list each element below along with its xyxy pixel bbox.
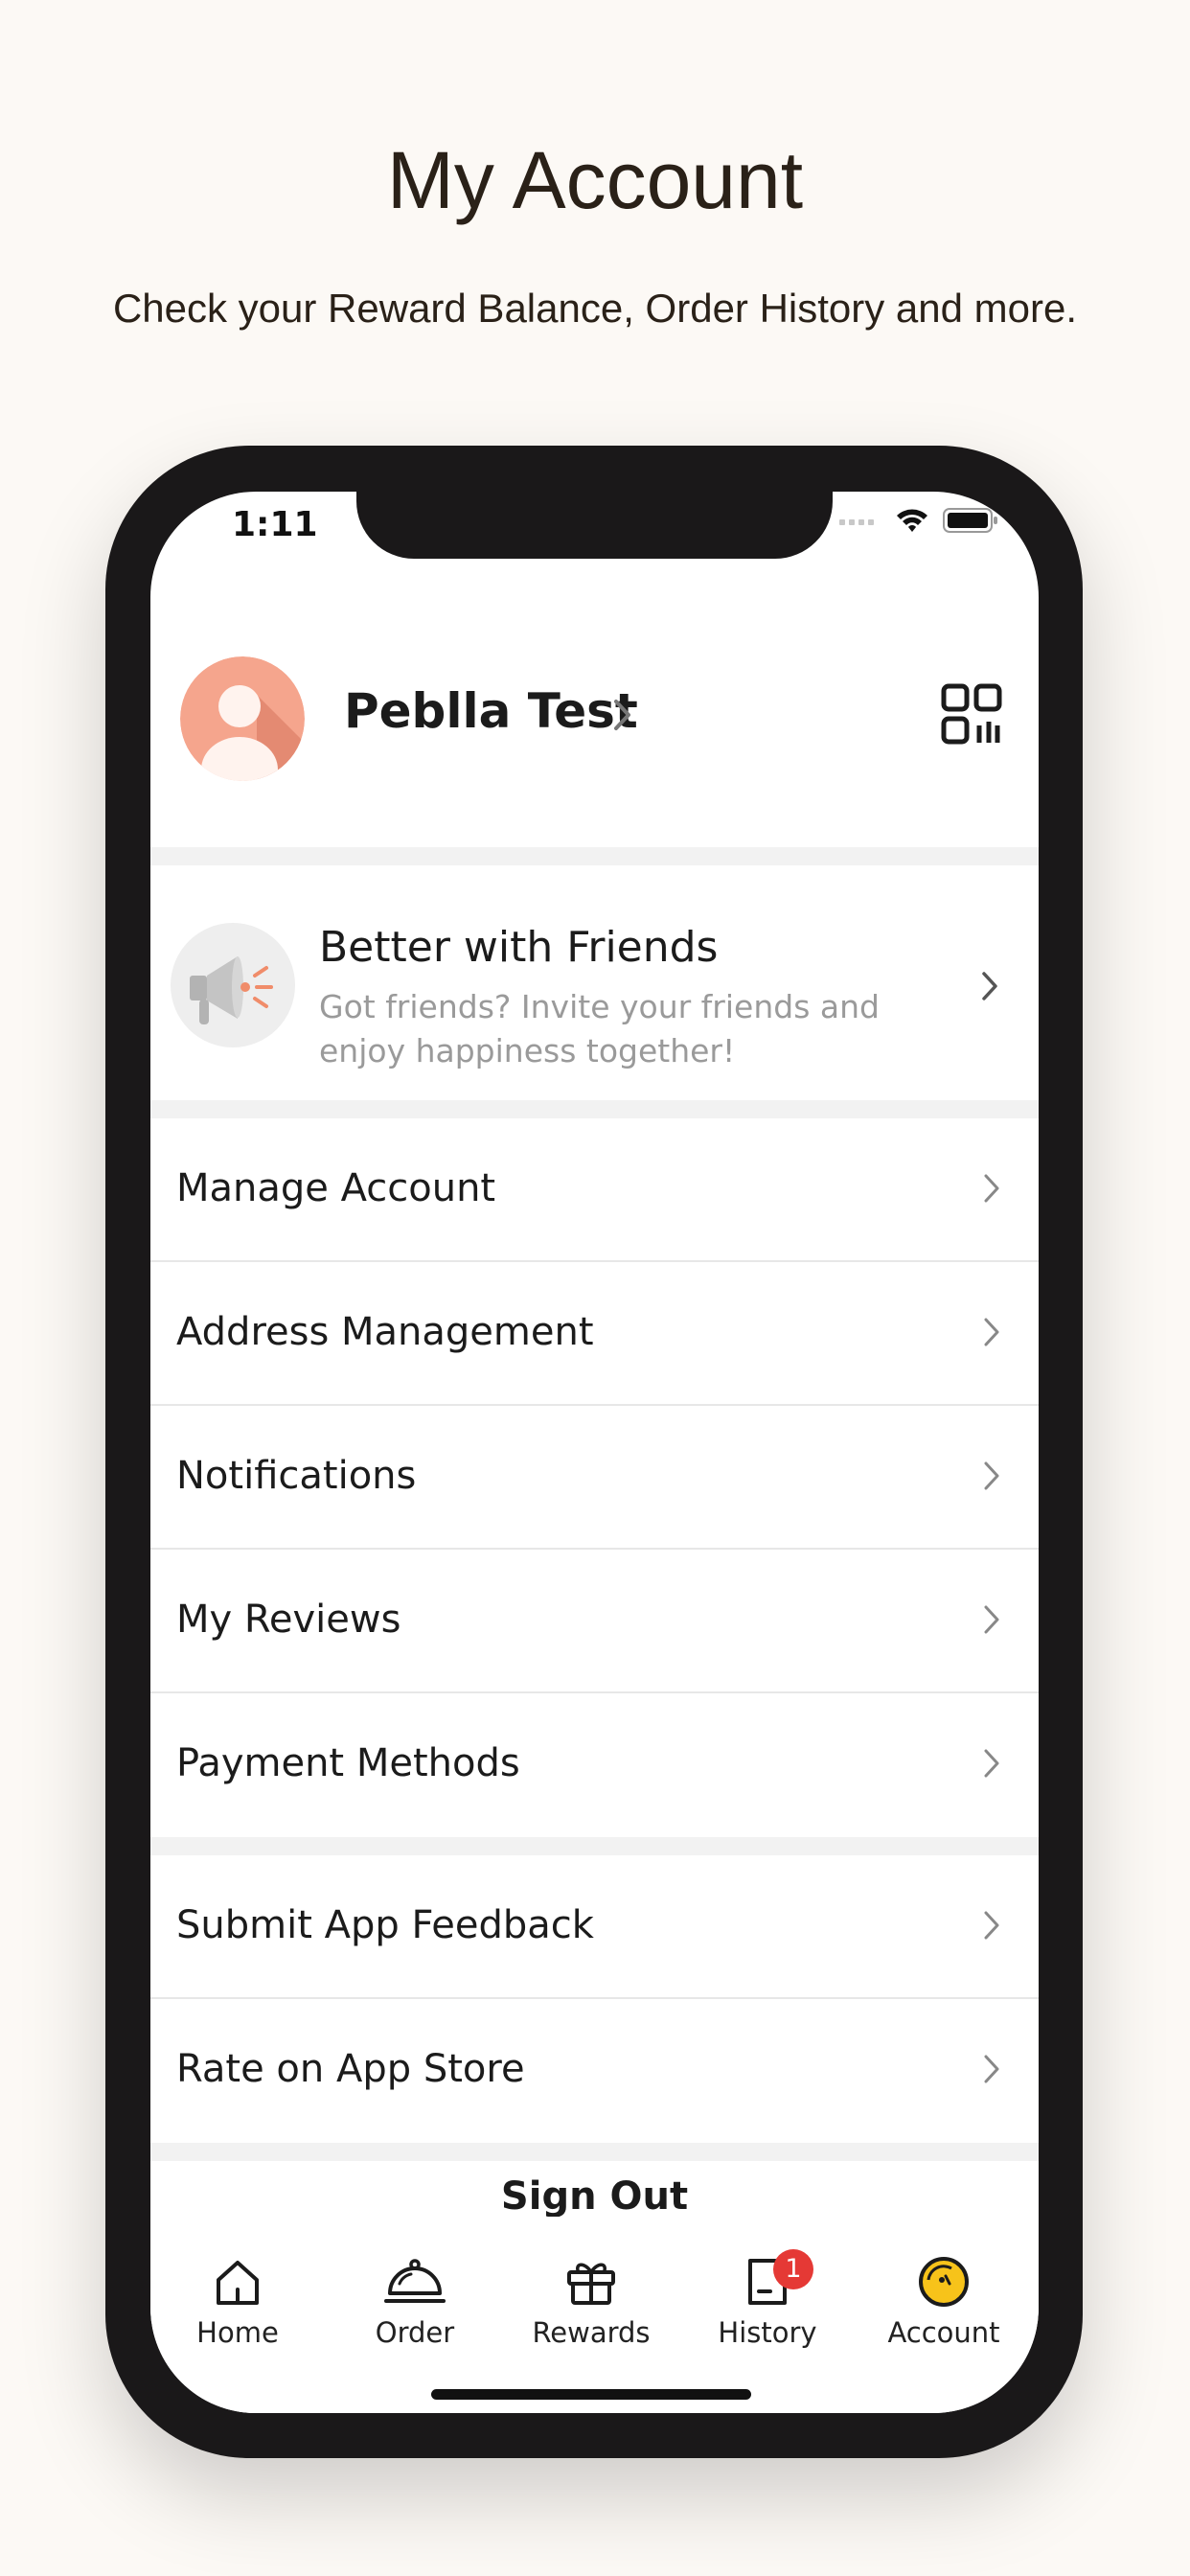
qr-code-icon[interactable] xyxy=(941,683,1002,745)
notch xyxy=(356,492,833,559)
chevron-right-icon[interactable] xyxy=(613,699,632,731)
menu-item-rate-app[interactable]: Rate on App Store xyxy=(150,1999,1039,2143)
sign-out-button[interactable]: Sign Out xyxy=(150,2159,1039,2217)
wifi-icon xyxy=(897,509,927,532)
tab-history[interactable]: 1 History xyxy=(691,2249,844,2349)
menu-item-notifications[interactable]: Notifications xyxy=(150,1406,1039,1550)
gift-icon xyxy=(567,2263,615,2305)
menu-item-label: Payment Methods xyxy=(176,1741,520,1785)
chevron-right-icon[interactable] xyxy=(981,971,998,1001)
tab-order[interactable]: Order xyxy=(338,2255,492,2349)
menu-item-address-management[interactable]: Address Management xyxy=(150,1262,1039,1406)
signal-icon xyxy=(839,519,874,525)
menu-item-payment-methods[interactable]: Payment Methods xyxy=(150,1693,1039,1837)
tab-rewards[interactable]: Rewards xyxy=(515,2255,668,2349)
profile-name[interactable]: Peblla Test xyxy=(344,683,638,739)
menu-item-submit-feedback[interactable]: Submit App Feedback xyxy=(150,1855,1039,1999)
sign-out-label: Sign Out xyxy=(500,2174,689,2217)
menu-item-label: Address Management xyxy=(176,1310,594,1354)
notification-badge: 1 xyxy=(773,2249,813,2289)
tab-label: Rewards xyxy=(532,2316,651,2349)
invite-title: Better with Friends xyxy=(319,923,719,972)
status-time: 1:11 xyxy=(232,505,318,544)
status-icons xyxy=(839,507,998,534)
menu-item-label: Rate on App Store xyxy=(176,2047,525,2091)
menu-item-manage-account[interactable]: Manage Account xyxy=(150,1118,1039,1262)
menu-item-my-reviews[interactable]: My Reviews xyxy=(150,1550,1039,1693)
chevron-right-icon xyxy=(984,1461,999,1490)
menu-item-label: Notifications xyxy=(176,1454,417,1498)
menu-item-label: My Reviews xyxy=(176,1598,401,1642)
invite-friends-row[interactable]: Better with Friends Got friends? Invite … xyxy=(150,865,1039,1100)
chevron-right-icon xyxy=(984,1174,999,1203)
menu-item-label: Manage Account xyxy=(176,1166,496,1210)
cloche-icon xyxy=(384,2259,446,2303)
battery-icon xyxy=(943,508,997,533)
home-icon xyxy=(217,2261,259,2305)
chevron-right-icon xyxy=(984,1749,999,1778)
megaphone-icon xyxy=(171,923,295,1047)
chevron-right-icon xyxy=(984,1911,999,1940)
promo-title: My Account xyxy=(386,135,804,225)
phone-screen: 1:11 Peblla Test Better with Friends Got… xyxy=(150,492,1039,2413)
chevron-right-icon xyxy=(984,2055,999,2083)
home-indicator xyxy=(431,2389,751,2400)
tab-label: Home xyxy=(196,2316,279,2349)
tab-label: Order xyxy=(375,2316,455,2349)
avatar[interactable] xyxy=(180,656,305,781)
promo-subtitle: Check your Reward Balance, Order History… xyxy=(112,286,1078,331)
tab-bar: Home Order Rewards 1 History Account xyxy=(150,2217,1039,2413)
account-face-icon xyxy=(919,2257,969,2307)
section-divider xyxy=(150,847,1039,865)
menu-item-label: Submit App Feedback xyxy=(176,1903,594,1947)
chevron-right-icon xyxy=(984,1605,999,1634)
chevron-right-icon xyxy=(984,1318,999,1346)
section-divider xyxy=(150,1837,1039,1855)
section-divider xyxy=(150,1100,1039,1118)
tab-home[interactable]: Home xyxy=(161,2255,314,2349)
tab-label: History xyxy=(718,2316,817,2349)
tab-label: Account xyxy=(887,2316,1000,2349)
profile-row[interactable]: Peblla Test xyxy=(150,645,1039,781)
tab-account[interactable]: Account xyxy=(867,2255,1020,2349)
invite-description: Got friends? Invite your friends and enj… xyxy=(319,988,880,1070)
